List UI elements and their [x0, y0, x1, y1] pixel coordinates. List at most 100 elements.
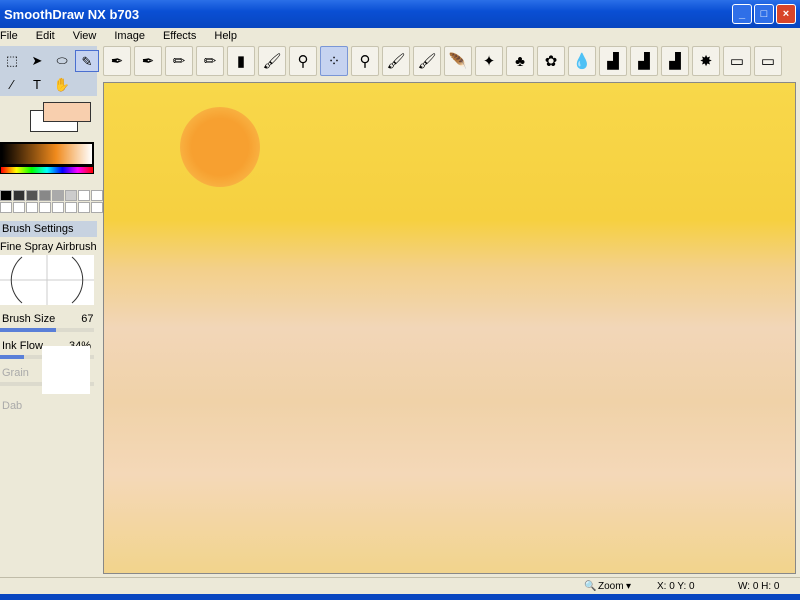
soft-eraser-icon: ▭ [760, 53, 776, 70]
palette-swatch[interactable] [78, 202, 90, 213]
eyedropper-tool-icon[interactable]: ⁄ [0, 74, 24, 96]
brush-size-label: Brush Size [2, 313, 56, 325]
foreground-color-swatch[interactable] [43, 102, 91, 122]
palette-swatch[interactable] [39, 202, 51, 213]
menu-view[interactable]: View [64, 28, 106, 46]
palette-swatch[interactable] [26, 190, 38, 201]
brush-feather-button[interactable]: 🪶 [444, 46, 472, 76]
pen-tool-icon[interactable]: ✎ [75, 50, 99, 72]
move-tool-icon[interactable]: ➤ [25, 50, 49, 72]
palette-swatch[interactable] [52, 190, 64, 201]
menu-file[interactable]: File [0, 28, 27, 46]
brush-grass-button[interactable]: ♣ [506, 46, 534, 76]
palette-swatch[interactable] [65, 190, 77, 201]
brush-sparkle-button[interactable]: ✸ [692, 46, 720, 76]
brush-ink-pen-button[interactable]: ✒ [134, 46, 162, 76]
fine-spray-airbrush-icon: ⁘ [327, 53, 341, 70]
menu-bar: File Edit View Image Effects Help [0, 28, 800, 46]
brush-paint-brush-button[interactable]: 🖌 [382, 46, 410, 76]
palette-swatch[interactable] [52, 202, 64, 213]
brush-spray-button[interactable]: ⚲ [351, 46, 379, 76]
brush-image-hose-3-button[interactable]: ▟ [661, 46, 689, 76]
zoom-icon[interactable]: 🔍 [584, 581, 596, 592]
airbrush-icon: ⚲ [297, 53, 309, 70]
sparkle-icon: ✸ [699, 53, 713, 70]
minimize-button[interactable]: _ [732, 4, 752, 24]
cursor-coords: X: 0 Y: 0 [657, 581, 695, 592]
image-hose-1-icon: ▟ [607, 53, 619, 70]
hand-tool-icon[interactable]: ✋ [50, 74, 74, 96]
brush-soft-eraser-button[interactable]: ▭ [754, 46, 782, 76]
flowers-icon: ✿ [544, 53, 558, 70]
window-title: SmoothDraw NX b703 [4, 7, 140, 22]
text-tool-icon[interactable]: T [25, 74, 49, 96]
brush-toolbar: ✒ ✒ ✏ ✏ ▮ 🖌 ⚲ ⁘ ⚲ 🖌 🖌 🪶 ✦ ♣ ✿ 💧 ▟ ▟ ▟ ✸ ▭ ▭ [100, 46, 782, 80]
grain-label: Grain [2, 367, 29, 379]
brush-image-hose-1-button[interactable]: ▟ [599, 46, 627, 76]
color-palette [0, 190, 103, 213]
feather-icon: 🪶 [448, 53, 468, 70]
highlighter-icon: ▮ [236, 53, 246, 70]
palette-swatch[interactable] [0, 190, 12, 201]
brush-fine-spray-airbrush-button[interactable]: ⁘ [320, 46, 348, 76]
brush-size-value: 67 [81, 313, 94, 325]
pencil-icon: ✏ [172, 53, 186, 70]
menu-image[interactable]: Image [105, 28, 154, 46]
close-button[interactable]: × [776, 4, 796, 24]
menu-effects[interactable]: Effects [154, 28, 205, 46]
brush-icon: 🖌 [262, 53, 282, 70]
pen-icon: ✒ [110, 53, 124, 70]
palette-swatch[interactable] [0, 202, 12, 213]
left-panel: ⬚ ➤ ⬭ ✎ ⁄ T ✋ Brush Settings Fine Spray Airbru… [0, 46, 103, 574]
palette-swatch[interactable] [26, 202, 38, 213]
brush-watercolor-button[interactable]: 🖌 [413, 46, 441, 76]
hue-bar[interactable] [0, 166, 94, 174]
brush-eraser-button[interactable]: ▭ [723, 46, 751, 76]
title-bar: SmoothDraw NX b703 _ □ × [0, 0, 800, 28]
sun-painting [180, 107, 260, 187]
brush-flowers-button[interactable]: ✿ [537, 46, 565, 76]
brush-settings-header: Brush Settings [0, 221, 97, 237]
palette-swatch[interactable] [91, 190, 103, 201]
palette-swatch[interactable] [78, 190, 90, 201]
water-drop-icon: 💧 [572, 53, 592, 70]
brush-pen-button[interactable]: ✒ [103, 46, 131, 76]
zoom-dropdown[interactable]: Zoom [598, 581, 624, 592]
palette-swatch[interactable] [91, 202, 103, 213]
palette-swatch[interactable] [39, 190, 51, 201]
star-icon: ✦ [482, 53, 496, 70]
menu-edit[interactable]: Edit [27, 28, 64, 46]
ink-pen-icon: ✒ [141, 53, 155, 70]
brush-star-button[interactable]: ✦ [475, 46, 503, 76]
spray-icon: ⚲ [359, 53, 371, 70]
zoom-chevron-down-icon[interactable]: ▾ [626, 581, 631, 592]
red-pencil-icon: ✏ [203, 53, 217, 70]
brush-image-hose-2-button[interactable]: ▟ [630, 46, 658, 76]
watercolor-icon: 🖌 [417, 53, 437, 70]
selection-size: W: 0 H: 0 [738, 581, 780, 592]
drawing-canvas[interactable] [103, 82, 796, 574]
palette-swatch[interactable] [13, 190, 25, 201]
select-tool-icon[interactable]: ⬚ [0, 50, 24, 72]
maximize-button[interactable]: □ [754, 4, 774, 24]
brush-preview [0, 255, 94, 305]
brush-highlighter-button[interactable]: ▮ [227, 46, 255, 76]
ink-flow-label: Ink Flow [2, 340, 43, 352]
brush-brush-button[interactable]: 🖌 [258, 46, 286, 76]
image-hose-2-icon: ▟ [638, 53, 650, 70]
tool-palette: ⬚ ➤ ⬭ ✎ ⁄ T ✋ [0, 46, 99, 96]
status-bar: 🔍 Zoom ▾ X: 0 Y: 0 W: 0 H: 0 [0, 577, 800, 594]
palette-swatch[interactable] [65, 202, 77, 213]
brush-red-pencil-button[interactable]: ✏ [196, 46, 224, 76]
shade-gradient[interactable] [0, 142, 94, 166]
brush-airbrush-button[interactable]: ⚲ [289, 46, 317, 76]
brush-water-drop-button[interactable]: 💧 [568, 46, 596, 76]
color-picker [0, 96, 97, 186]
brush-pencil-button[interactable]: ✏ [165, 46, 193, 76]
taskbar-edge [0, 594, 800, 600]
eraser-tool-icon[interactable]: ⬭ [50, 50, 74, 72]
palette-swatch[interactable] [13, 202, 25, 213]
grass-icon: ♣ [515, 52, 525, 70]
menu-help[interactable]: Help [205, 28, 246, 46]
image-hose-3-icon: ▟ [669, 53, 681, 70]
